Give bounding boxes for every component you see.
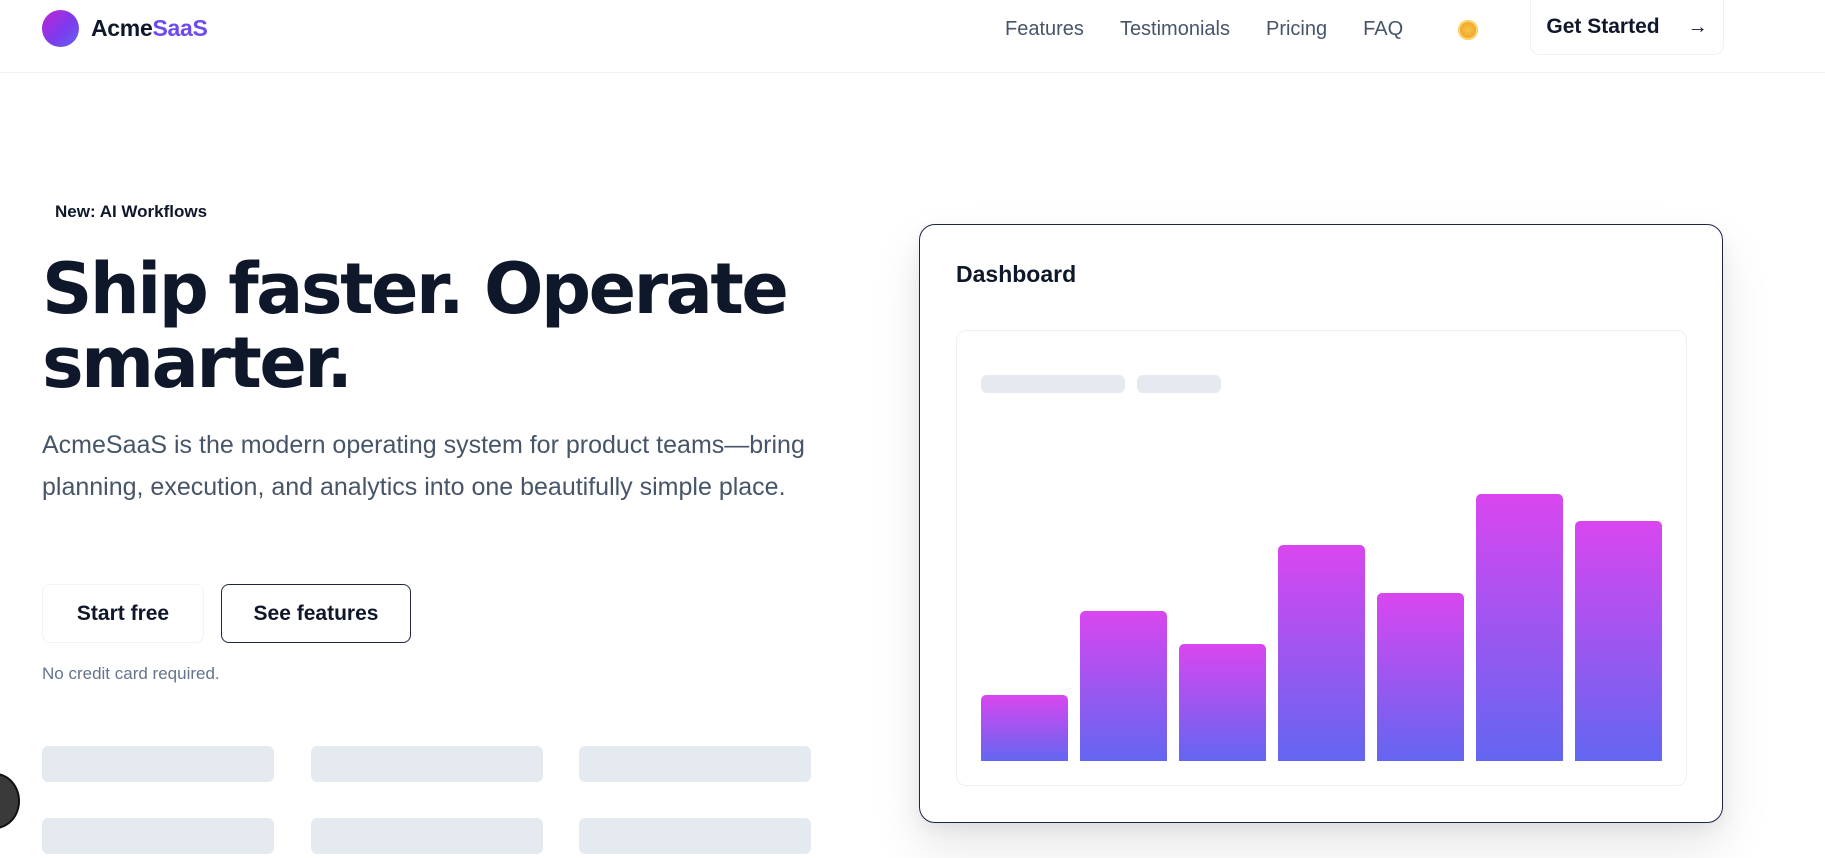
skeleton-placeholder: [579, 818, 811, 854]
chart-bars: [957, 331, 1686, 785]
nav-link-features[interactable]: Features: [1005, 18, 1084, 41]
dashboard-preview-card: Dashboard: [919, 224, 1723, 823]
hero-subtitle: AcmeSaaS is the modern operating system …: [42, 431, 805, 501]
brand-logo-icon: [42, 9, 79, 47]
nav-link-faq[interactable]: FAQ: [1363, 18, 1403, 41]
skeleton-placeholder: [311, 818, 543, 854]
floating-action-button[interactable]: [0, 773, 20, 829]
skeleton-placeholder: [311, 746, 543, 782]
no-credit-card-note: No credit card required.: [42, 664, 220, 683]
site-header: AcmeSaaS Features Testimonials Pricing F…: [0, 0, 1825, 73]
chart-bar: [1278, 545, 1365, 761]
skeleton-placeholder: [579, 746, 811, 782]
nav-link-testimonials[interactable]: Testimonials: [1120, 18, 1230, 41]
skeleton-placeholder: [42, 746, 274, 782]
theme-toggle-button[interactable]: [1455, 17, 1481, 43]
get-started-label: Get Started: [1546, 15, 1660, 38]
chart-bar: [1575, 521, 1662, 761]
brand-name: AcmeSaaS: [91, 14, 208, 41]
hero-title-line1: Ship faster. Operate: [42, 248, 789, 330]
main-nav: Features Testimonials Pricing FAQ: [1005, 14, 1403, 44]
chart-bar: [1080, 611, 1167, 761]
see-features-button[interactable]: See features: [221, 584, 411, 643]
dashboard-title: Dashboard: [956, 261, 1077, 287]
brand-logo-link[interactable]: AcmeSaaS: [42, 9, 208, 47]
sun-icon: [1458, 20, 1478, 40]
chart-bar: [981, 695, 1068, 761]
arrow-right-icon: →: [1687, 15, 1708, 38]
hero-title-line2: smarter.: [42, 322, 353, 404]
chart-bar: [1377, 593, 1464, 761]
skeleton-placeholder: [42, 818, 274, 854]
chart-bar: [1476, 494, 1563, 761]
start-free-button[interactable]: Start free: [42, 584, 204, 643]
hero-title: Ship faster. Operate smarter.: [42, 252, 842, 400]
chart-bar: [1179, 644, 1266, 761]
announcement-badge[interactable]: New: AI Workflows: [55, 202, 207, 222]
nav-link-pricing[interactable]: Pricing: [1266, 18, 1327, 41]
dashboard-chart: [956, 330, 1687, 786]
get-started-button[interactable]: Get Started →: [1530, 0, 1724, 55]
